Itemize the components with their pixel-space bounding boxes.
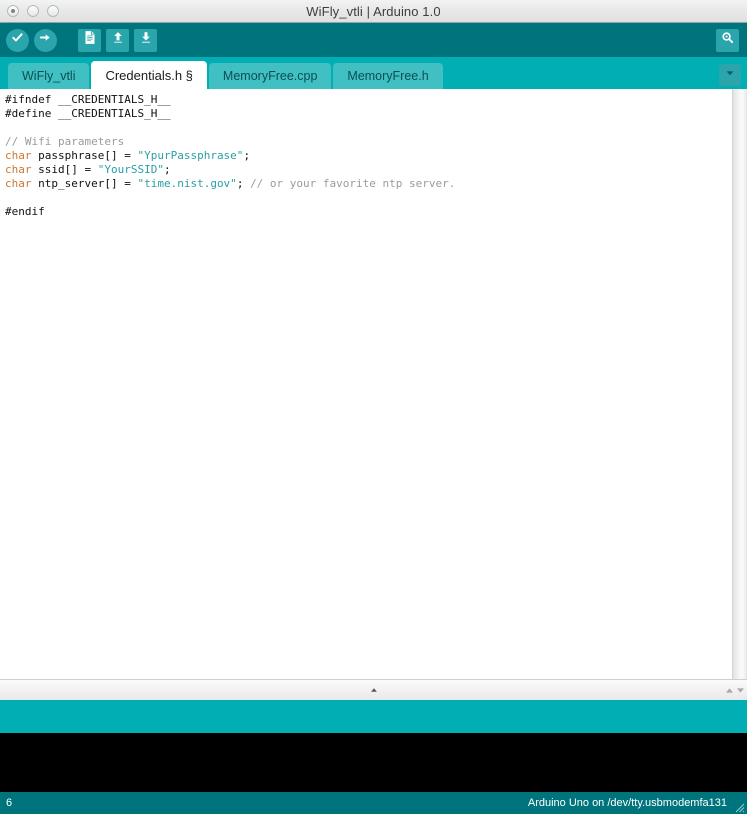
code-token-kw: char: [5, 163, 32, 176]
code-token-plain: ;: [163, 163, 171, 176]
line-number-indicator: 6: [6, 797, 13, 809]
tab-label: MemoryFree.h: [347, 69, 429, 83]
sketch-tab-wifly-vtli[interactable]: WiFly_vtli: [8, 63, 90, 89]
zoom-button[interactable]: [47, 5, 59, 17]
code-token-kw: char: [5, 149, 32, 162]
code-token-str: "YourSSID": [97, 163, 164, 176]
code-token-str: "time.nist.gov": [137, 177, 237, 190]
scroll-up-icon[interactable]: [725, 681, 734, 699]
close-button[interactable]: [7, 5, 19, 17]
code-token-kw: char: [5, 177, 32, 190]
code-token-str: "YpurPassphrase": [137, 149, 244, 162]
magnifier-icon: [720, 30, 735, 50]
arrow-up-icon: [111, 30, 125, 50]
arrow-down-icon: [139, 30, 153, 50]
arduino-ide-window: WiFly_vtli | Arduino 1.0 WiFly_vtli Cred…: [0, 0, 747, 814]
status-message-bar: [0, 700, 747, 733]
code-token-plain: passphrase[] =: [31, 149, 138, 162]
code-token-cmt: // or your favorite ntp server.: [250, 177, 456, 190]
code-token-cmt: // Wifi parameters: [5, 135, 125, 148]
code-token-pre: #endif: [5, 205, 45, 218]
console-scroll-arrows[interactable]: [725, 681, 745, 699]
code-token-pre: #define __CREDENTIALS_H__: [5, 107, 171, 120]
chevron-down-icon: [724, 66, 736, 84]
tab-label: MemoryFree.cpp: [222, 69, 318, 83]
tab-menu-button[interactable]: [719, 64, 741, 86]
code-token-plain: ;: [236, 177, 251, 190]
upload-button[interactable]: [34, 28, 57, 52]
window-controls: [7, 0, 59, 22]
open-button[interactable]: [106, 28, 129, 52]
serial-monitor-button[interactable]: [716, 28, 739, 52]
editor-console-splitter[interactable]: [0, 679, 747, 700]
board-port-indicator: Arduino Uno on /dev/tty.usbmodemfa131: [527, 797, 727, 809]
code-token-pre: #ifndef __CREDENTIALS_H__: [5, 93, 171, 106]
window-title: WiFly_vtli | Arduino 1.0: [306, 3, 441, 19]
editor-vertical-scrollbar[interactable]: [732, 89, 747, 679]
sketch-tabbar: WiFly_vtli Credentials.h § MemoryFree.cp…: [0, 57, 747, 89]
code-text[interactable]: #ifndef __CREDENTIALS_H__ #define __CRED…: [5, 93, 732, 219]
bottom-statusbar: 6 Arduino Uno on /dev/tty.usbmodemfa131: [0, 792, 747, 814]
check-icon: [10, 30, 25, 50]
new-document-icon: [83, 30, 97, 50]
sketch-tab-memoryfree-h[interactable]: MemoryFree.h: [333, 63, 443, 89]
editor-area: #ifndef __CREDENTIALS_H__ #define __CRED…: [0, 89, 747, 679]
verify-button[interactable]: [6, 28, 29, 52]
new-button[interactable]: [78, 28, 101, 52]
arrow-right-icon: [38, 30, 53, 50]
splitter-handle[interactable]: [369, 688, 378, 693]
sketch-tab-credentials-h[interactable]: Credentials.h §: [91, 61, 207, 89]
save-button[interactable]: [134, 28, 157, 52]
resize-grip-icon[interactable]: [733, 801, 745, 813]
minimize-button[interactable]: [27, 5, 39, 17]
code-token-plain: ntp_server[] =: [31, 177, 138, 190]
tab-label: WiFly_vtli: [22, 69, 76, 83]
console-output[interactable]: [0, 733, 747, 792]
code-token-plain: ssid[] =: [31, 163, 98, 176]
scroll-down-icon[interactable]: [736, 681, 745, 699]
toolbar-run-group: [6, 28, 157, 52]
code-token-plain: ;: [243, 149, 251, 162]
tab-label: Credentials.h §: [105, 67, 193, 83]
sketch-tab-memoryfree-cpp[interactable]: MemoryFree.cpp: [208, 63, 332, 89]
window-titlebar: WiFly_vtli | Arduino 1.0: [0, 0, 747, 23]
code-editor[interactable]: #ifndef __CREDENTIALS_H__ #define __CRED…: [0, 89, 732, 679]
main-toolbar: [0, 23, 747, 57]
